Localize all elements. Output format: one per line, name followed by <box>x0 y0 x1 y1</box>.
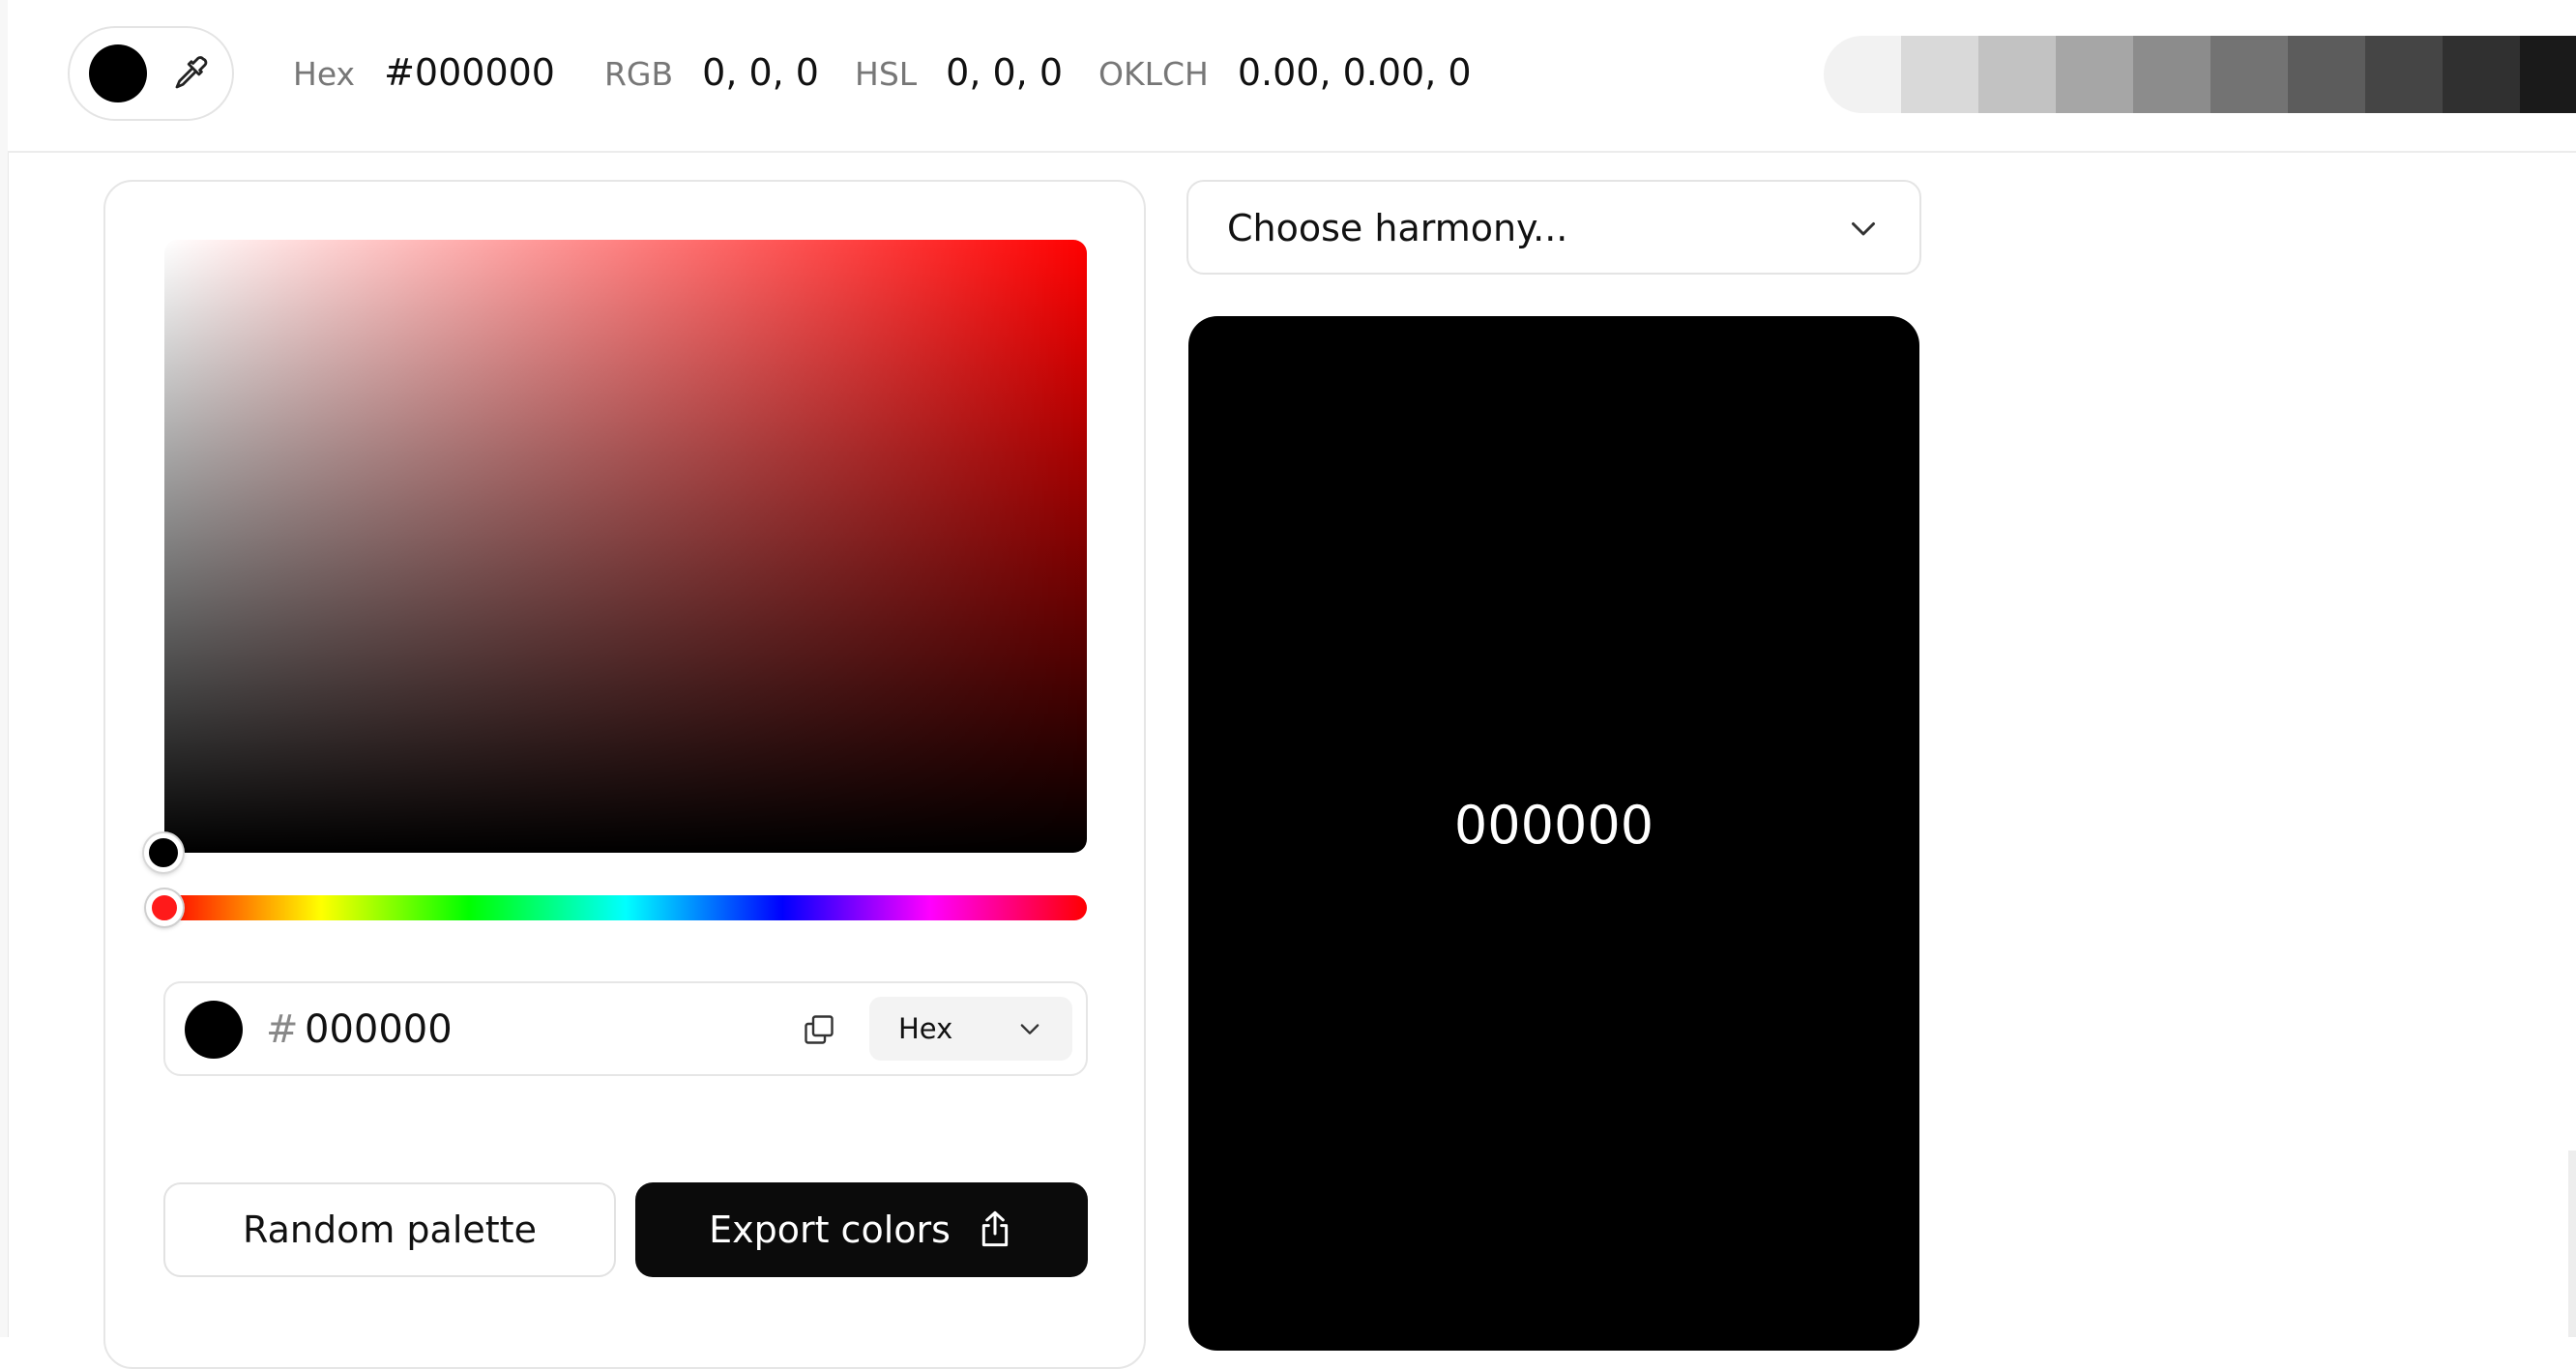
copy-icon[interactable] <box>802 1012 836 1047</box>
format-select[interactable]: Hex <box>869 997 1072 1061</box>
random-palette-button[interactable]: Random palette <box>163 1182 616 1277</box>
shade-swatch[interactable] <box>1978 36 2056 113</box>
oklch-readout[interactable]: OKLCH 0.00, 0.00, 0 <box>1098 44 1472 102</box>
eyedropper-icon[interactable] <box>170 53 211 94</box>
shade-swatch[interactable] <box>2520 36 2576 113</box>
format-select-label: Hex <box>898 1012 953 1045</box>
saturation-brightness-handle[interactable] <box>144 833 183 872</box>
color-info-bar: Hex #000000 RGB 0, 0, 0 HSL 0, 0, 0 OKLCH 0.… <box>8 0 2576 153</box>
hex-readout[interactable]: Hex #000000 <box>293 44 555 102</box>
hex-input[interactable]: 000000 <box>305 1001 453 1059</box>
shade-swatch[interactable] <box>2133 36 2210 113</box>
shade-swatch[interactable] <box>2210 36 2288 113</box>
hex-readout-label: Hex <box>293 55 356 93</box>
color-value-swatch <box>185 1001 243 1059</box>
oklch-readout-value[interactable]: 0.00, 0.00, 0 <box>1238 51 1472 94</box>
window-left-edge <box>0 0 9 1337</box>
shade-swatch[interactable] <box>2288 36 2365 113</box>
rgb-readout-value[interactable]: 0, 0, 0 <box>702 51 819 94</box>
chevron-down-icon <box>1852 222 1875 236</box>
rgb-readout-label: RGB <box>604 55 674 93</box>
chevron-down-icon <box>1020 1024 1039 1034</box>
current-color-control[interactable] <box>68 26 234 121</box>
harmony-select[interactable]: Choose harmony... <box>1186 180 1921 275</box>
current-color-swatch[interactable] <box>89 44 147 102</box>
rgb-readout[interactable]: RGB 0, 0, 0 <box>604 44 819 102</box>
color-preview-card[interactable]: 000000 <box>1188 316 1919 1351</box>
preview-color-code: 000000 <box>1453 795 1654 856</box>
shade-swatch[interactable] <box>1901 36 1978 113</box>
shade-swatch[interactable] <box>2365 36 2443 113</box>
saturation-brightness-area[interactable] <box>164 240 1087 853</box>
harmony-select-label: Choose harmony... <box>1227 207 1568 249</box>
scrollbar-edge <box>2568 1151 2576 1337</box>
hsl-readout-label: HSL <box>855 55 918 93</box>
shade-swatch[interactable] <box>2443 36 2520 113</box>
share-icon <box>981 1210 1009 1247</box>
shade-strip <box>1824 36 2576 113</box>
hue-slider-handle[interactable] <box>146 889 183 926</box>
shade-swatch[interactable] <box>1824 36 1901 113</box>
hue-slider[interactable] <box>164 895 1087 920</box>
color-value-field: # 000000 Hex <box>163 981 1088 1076</box>
hsl-readout[interactable]: HSL 0, 0, 0 <box>855 44 1063 102</box>
hash-prefix: # <box>266 1007 299 1052</box>
hex-readout-value[interactable]: #000000 <box>384 51 555 94</box>
export-colors-label: Export colors <box>709 1209 951 1251</box>
hsl-readout-value[interactable]: 0, 0, 0 <box>946 51 1063 94</box>
shade-swatch[interactable] <box>2056 36 2133 113</box>
export-colors-button[interactable]: Export colors <box>635 1182 1088 1277</box>
oklch-readout-label: OKLCH <box>1098 55 1209 93</box>
